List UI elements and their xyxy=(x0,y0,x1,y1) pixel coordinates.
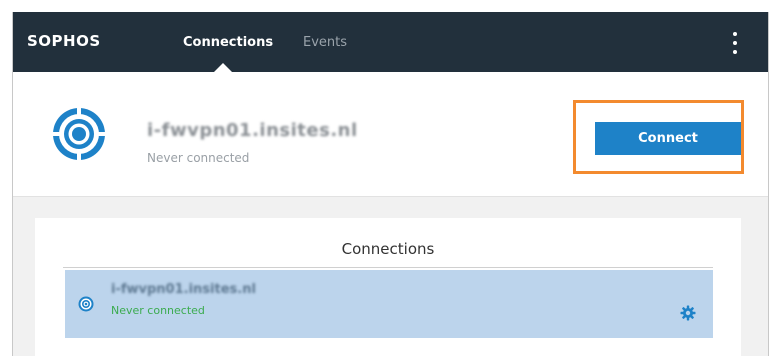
connection-header: i-fwvpn01.insites.nl Never connected Con… xyxy=(13,72,768,197)
connection-item-status: Never connected xyxy=(111,304,205,317)
connection-status: Never connected xyxy=(147,151,250,165)
connection-list-item[interactable]: i-fwvpn01.insites.nl Never connected xyxy=(65,270,713,338)
connect-button[interactable]: Connect xyxy=(595,122,741,155)
connections-panel-title: Connections xyxy=(341,240,435,258)
tab-connections[interactable]: Connections xyxy=(183,35,273,50)
sophos-logo: SOPHOS xyxy=(27,32,101,50)
app-window: SOPHOS Connections Events i-fwvpn01.insi… xyxy=(12,12,769,356)
tab-events[interactable]: Events xyxy=(303,35,347,50)
connections-panel: Connections i-fwvpn01.insites.nl Never c… xyxy=(35,218,741,356)
divider xyxy=(63,267,713,268)
top-navigation-bar: SOPHOS Connections Events xyxy=(13,12,768,72)
target-icon xyxy=(78,296,94,312)
active-tab-indicator xyxy=(214,63,232,72)
gear-icon[interactable] xyxy=(680,305,696,321)
kebab-menu-icon[interactable] xyxy=(726,30,744,56)
target-icon xyxy=(51,106,107,162)
connection-item-name: i-fwvpn01.insites.nl xyxy=(111,282,256,297)
connection-name: i-fwvpn01.insites.nl xyxy=(147,120,358,141)
